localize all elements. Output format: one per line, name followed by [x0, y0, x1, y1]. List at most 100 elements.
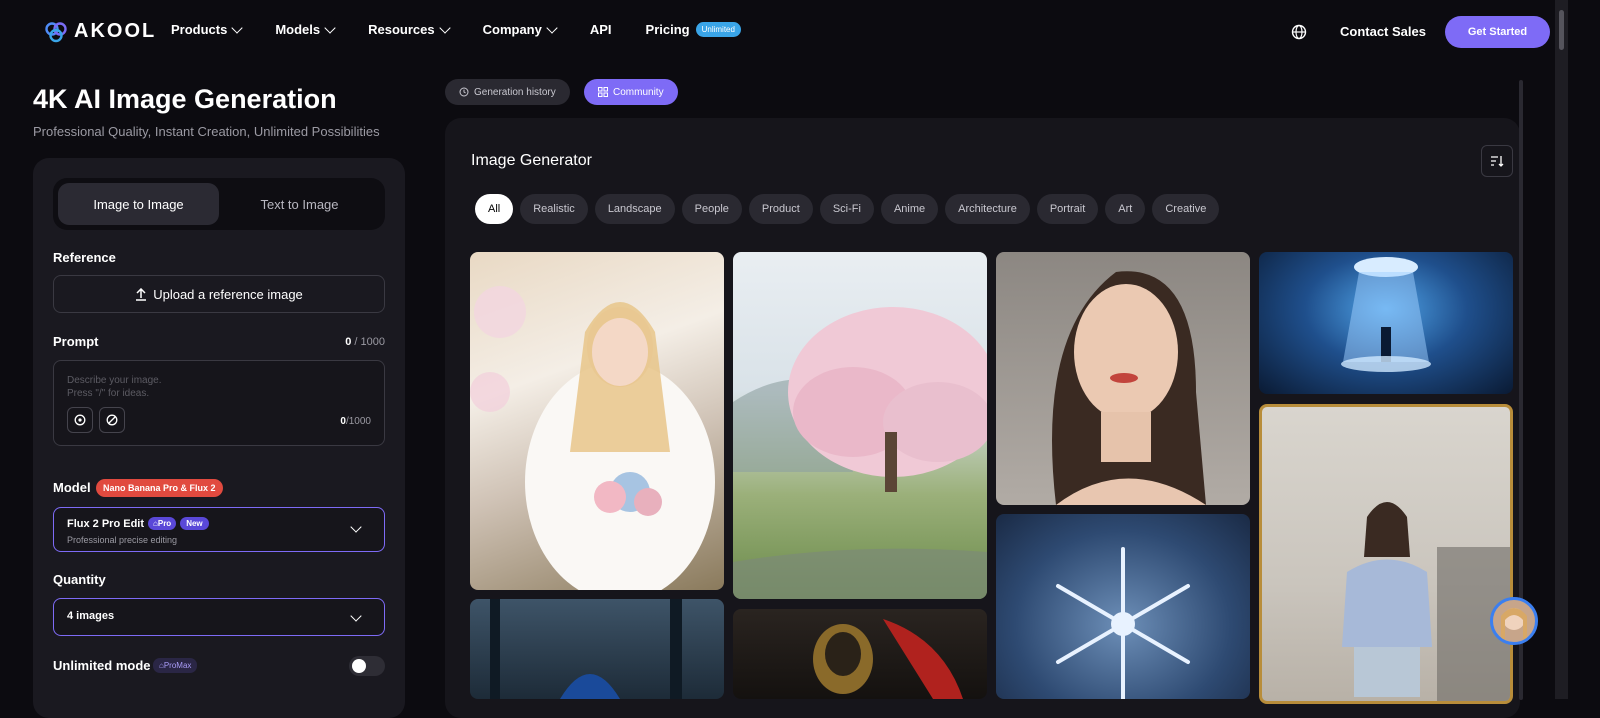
nav-pricing[interactable]: Pricing Unlimited: [646, 22, 741, 37]
chip-sci-fi[interactable]: Sci-Fi: [819, 194, 874, 224]
mirror-selfie-illustration: [1342, 502, 1510, 701]
gallery-image-bride[interactable]: [470, 252, 724, 590]
chip-architecture[interactable]: Architecture: [945, 194, 1030, 224]
quantity-value: 4 images: [67, 610, 115, 622]
gallery-image-scifi-chamber[interactable]: [1259, 252, 1513, 394]
pro-tag: ⌂Pro: [148, 517, 177, 530]
unlimited-mode-label: Unlimited mode: [53, 658, 151, 673]
nav-resources-label: Resources: [368, 22, 435, 37]
model-name-row: Flux 2 Pro Edit ⌂Pro New: [67, 517, 209, 530]
prompt-inner-max: /1000: [345, 416, 371, 427]
avatar-face: [1501, 608, 1527, 642]
reference-label: Reference: [53, 250, 116, 265]
chevron-down-icon: [231, 21, 244, 34]
prompt-max: / 1000: [354, 336, 385, 348]
top-nav: AKOOL Products Models Resources Company …: [0, 0, 1600, 64]
gallery-image-mirror-selfie[interactable]: [1259, 404, 1513, 704]
upload-reference-button[interactable]: Upload a reference image: [53, 275, 385, 313]
nav-api[interactable]: API: [590, 22, 612, 37]
model-select[interactable]: Flux 2 Pro Edit ⌂Pro New Professional pr…: [53, 507, 385, 552]
nav-api-label: API: [589, 22, 612, 37]
globe-icon[interactable]: [1291, 24, 1307, 40]
clock-icon: [459, 87, 469, 97]
support-chat-avatar[interactable]: [1490, 597, 1538, 645]
promax-badge-label: ProMax: [163, 661, 192, 670]
nav-products-label: Products: [171, 22, 228, 37]
snowflake-illustration: [1056, 547, 1190, 699]
prompt-placeholder: Describe your image. Press "/" for ideas…: [67, 374, 267, 400]
contact-sales-link[interactable]: Contact Sales: [1340, 24, 1426, 39]
tab-generation-history[interactable]: Generation history: [445, 79, 570, 105]
chevron-down-icon: [546, 21, 558, 34]
model-description: Professional precise editing: [67, 535, 178, 545]
sort-button[interactable]: [1481, 145, 1513, 177]
chevron-down-icon: [324, 21, 336, 34]
tab-community[interactable]: Community: [584, 79, 678, 105]
quantity-label: Quantity: [53, 572, 106, 587]
model-label: Model: [53, 480, 91, 495]
logo-icon: [45, 21, 67, 42]
category-filter: All Realistic Landscape People Product S…: [475, 194, 1220, 224]
gallery-image-forest[interactable]: [470, 599, 724, 699]
cherry-tree-illustration: [733, 307, 987, 599]
chip-anime[interactable]: Anime: [880, 194, 939, 224]
model-name: Flux 2 Pro Edit: [67, 517, 145, 530]
prompt-label: Prompt: [53, 334, 99, 349]
prompt-input[interactable]: Describe your image. Press "/" for ideas…: [53, 360, 385, 446]
chip-all[interactable]: All: [475, 194, 514, 224]
chip-product[interactable]: Product: [748, 194, 813, 224]
clear-prompt-button[interactable]: [99, 407, 125, 433]
new-tag: New: [180, 517, 209, 530]
chip-realistic[interactable]: Realistic: [520, 194, 588, 224]
scifi-chamber-illustration: [1341, 257, 1431, 372]
upload-icon: [136, 287, 147, 301]
chip-art[interactable]: Art: [1105, 194, 1146, 224]
page-title: 4K AI Image Generation: [33, 84, 337, 114]
tab-community-label: Community: [613, 86, 664, 98]
tab-image-to-image[interactable]: Image to Image: [58, 183, 219, 225]
akool-logo[interactable]: AKOOL: [44, 20, 156, 43]
knight-illustration: [813, 619, 963, 699]
prompt-counter: 0 / 1000: [345, 336, 385, 348]
get-started-button[interactable]: Get Started: [1445, 16, 1550, 48]
pro-tag-label: Pro: [157, 519, 172, 528]
promax-badge: ⌂ProMax: [153, 658, 198, 673]
nav-models-label: Models: [275, 22, 321, 37]
prompt-placeholder-line-2: Press "/" for ideas.: [67, 388, 150, 399]
tab-text-to-image[interactable]: Text to Image: [219, 183, 380, 225]
gallery-image-snowflake[interactable]: [996, 514, 1250, 699]
gallery-image-woman-portrait[interactable]: [996, 252, 1250, 505]
model-promo-badge: Nano Banana Pro & Flux 2: [96, 479, 223, 497]
page-scrollbar-thumb[interactable]: [1559, 10, 1564, 50]
chevron-down-icon: [350, 521, 362, 533]
unlimited-mode-toggle[interactable]: [349, 656, 385, 676]
upload-label: Upload a reference image: [153, 286, 303, 302]
quantity-select[interactable]: 4 images: [53, 598, 385, 636]
prompt-inner-counter: 0/1000: [340, 416, 371, 427]
grid-icon: [598, 87, 608, 97]
nav-pricing-label: Pricing: [645, 22, 690, 37]
nav-products[interactable]: Products: [171, 21, 244, 37]
chip-landscape[interactable]: Landscape: [594, 194, 675, 224]
mode-segmented-control: Image to Image Text to Image: [53, 178, 385, 230]
chip-portrait[interactable]: Portrait: [1036, 194, 1099, 224]
gallery-image-knight[interactable]: [733, 609, 987, 699]
chevron-down-icon: [438, 21, 451, 34]
gallery-image-cherry-tree[interactable]: [733, 252, 987, 599]
page-subtitle: Professional Quality, Instant Creation, …: [33, 124, 380, 139]
generation-form-panel: Image to Image Text to Image Reference U…: [33, 158, 405, 718]
nav-models[interactable]: Models: [275, 21, 336, 37]
brand-name: AKOOL: [74, 20, 157, 42]
chevron-down-icon: [350, 610, 362, 622]
add-element-button[interactable]: [67, 407, 93, 433]
chip-creative[interactable]: Creative: [1152, 194, 1220, 224]
prompt-count: 0: [345, 336, 352, 348]
tab-generation-history-label: Generation history: [474, 86, 556, 98]
nav-resources[interactable]: Resources: [368, 21, 451, 37]
unlimited-badge: Unlimited: [695, 22, 741, 37]
nav-company-label: Company: [482, 22, 542, 37]
page-scrollbar[interactable]: [1555, 0, 1568, 699]
bride-illustration: [470, 286, 715, 590]
nav-company[interactable]: Company: [482, 21, 558, 37]
chip-people[interactable]: People: [681, 194, 742, 224]
